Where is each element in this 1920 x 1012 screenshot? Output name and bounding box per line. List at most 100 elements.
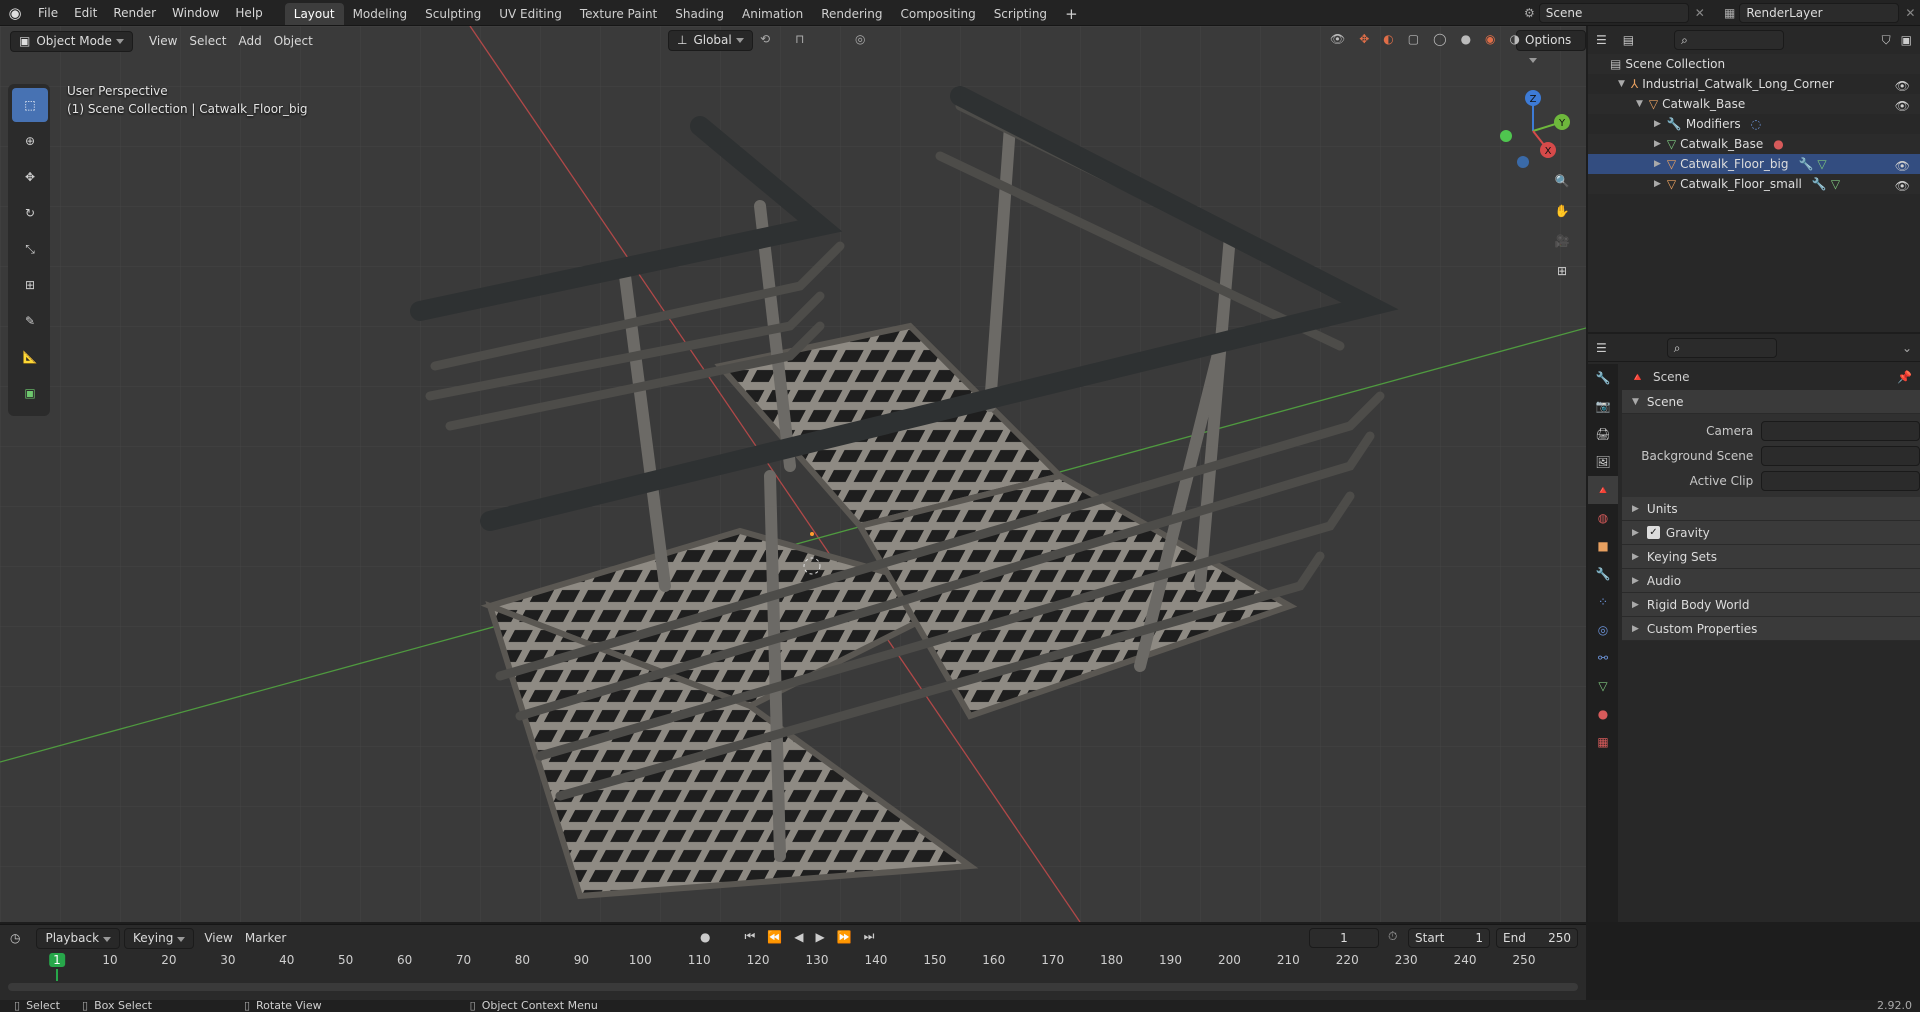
output-tab-icon[interactable]: 🖨 [1588, 420, 1618, 448]
keying-sets-panel-header[interactable]: ▶ Keying Sets [1622, 545, 1920, 569]
view-layer-tab-icon[interactable]: 🖼 [1588, 448, 1618, 476]
object-tab-icon[interactable]: ■ [1588, 532, 1618, 560]
outliner-search-input[interactable]: ⌕ [1674, 30, 1785, 50]
zoom-icon[interactable]: 🔍 [1546, 166, 1578, 196]
proportional-edit-icon[interactable]: ◎ [855, 32, 865, 46]
constraints-tab-icon[interactable]: ⚯ [1588, 644, 1618, 672]
rotate-tool-icon[interactable]: ↻ [12, 196, 48, 230]
select-tool-icon[interactable]: ⬚ [12, 88, 48, 122]
tab-sculpting[interactable]: Sculpting [416, 3, 490, 25]
menu-edit[interactable]: Edit [66, 0, 105, 26]
measure-tool-icon[interactable]: 📐 [12, 340, 48, 374]
overlay-toggle-icon[interactable]: ◐ [1383, 32, 1393, 46]
outliner-row-scene-collection[interactable]: ▤ Scene Collection [1588, 54, 1920, 74]
tab-texture-paint[interactable]: Texture Paint [571, 3, 666, 25]
viewport-menu-select[interactable]: Select [183, 31, 232, 51]
tab-shading[interactable]: Shading [666, 3, 733, 25]
world-tab-icon[interactable]: ◍ [1588, 504, 1618, 532]
transform-tool-icon[interactable]: ⊞ [12, 268, 48, 302]
tab-compositing[interactable]: Compositing [891, 3, 984, 25]
viewport-menu-view[interactable]: View [143, 31, 183, 51]
menu-window[interactable]: Window [164, 0, 227, 26]
outliner-row-modifiers[interactable]: ▶ 🔧 Modifiers ◌ [1588, 114, 1920, 134]
snap-icon[interactable]: ⊓ [795, 32, 804, 46]
properties-editor-icon[interactable]: ☰ [1596, 341, 1607, 355]
outliner-row-catwalk-floor-big[interactable]: ▶ ▽ Catwalk_Floor_big 🔧 ▽ 👁 [1588, 154, 1920, 174]
gravity-panel-header[interactable]: ▶ ✓ Gravity [1622, 521, 1920, 545]
scale-tool-icon[interactable]: ⤡ [12, 232, 48, 266]
tool-tab-icon[interactable]: 🔧 [1588, 364, 1618, 392]
render-tab-icon[interactable]: 📷 [1588, 392, 1618, 420]
add-cube-tool-icon[interactable]: ▣ [12, 376, 48, 410]
visibility-eye-icon[interactable]: 👁 [1895, 76, 1910, 96]
expand-arrow-icon[interactable]: ▶ [1654, 134, 1661, 154]
units-panel-header[interactable]: ▶ Units [1622, 497, 1920, 521]
visibility-icon[interactable]: 👁 [1330, 32, 1345, 46]
viewport-menu-object[interactable]: Object [268, 31, 319, 51]
properties-search-input[interactable]: ⌕ [1666, 337, 1777, 358]
scene-panel-header[interactable]: ▼ Scene [1622, 390, 1920, 414]
tab-animation[interactable]: Animation [733, 3, 812, 25]
add-workspace-button[interactable]: + [1056, 3, 1087, 25]
renderlayer-field[interactable]: RenderLayer [1739, 3, 1900, 23]
chevron-down-icon[interactable]: ⌄ [1902, 341, 1912, 355]
renderlayer-selector[interactable]: ▦ RenderLayer ✕ [1724, 3, 1915, 23]
custom-properties-panel-header[interactable]: ▶ Custom Properties [1622, 617, 1920, 641]
outliner-editor-icon[interactable]: ☰ [1596, 33, 1607, 47]
move-tool-icon[interactable]: ✥ [12, 160, 48, 194]
xray-icon[interactable]: ▢ [1408, 32, 1419, 46]
expand-arrow-icon[interactable]: ▶ [1654, 174, 1661, 194]
scene-field[interactable]: Scene [1538, 3, 1689, 23]
audio-panel-header[interactable]: ▶ Audio [1622, 569, 1920, 593]
playhead-line[interactable] [56, 969, 58, 981]
outliner-row-catwalk-base-mesh[interactable]: ▶ ▽ Catwalk_Base ● [1588, 134, 1920, 154]
physics-tab-icon[interactable]: ◎ [1588, 616, 1618, 644]
gravity-checkbox[interactable]: ✓ [1646, 526, 1660, 539]
particles-tab-icon[interactable]: ⁘ [1588, 588, 1618, 616]
visibility-eye-icon[interactable]: 👁 [1895, 176, 1910, 196]
texture-tab-icon[interactable]: ▦ [1588, 728, 1618, 756]
material-shading-icon[interactable]: ◉ [1485, 32, 1495, 46]
pivot-icon[interactable]: ⟲ [760, 32, 770, 46]
transform-orientation-dropdown[interactable]: ⊥ Global [668, 30, 753, 51]
scene-tab-icon[interactable]: 🔺 [1588, 476, 1618, 504]
active-clip-field[interactable] [1761, 470, 1920, 491]
expand-arrow-icon[interactable]: ▶ [1654, 114, 1661, 134]
modifier-tab-icon[interactable]: 🔧 [1588, 560, 1618, 588]
visibility-eye-icon[interactable]: 👁 [1895, 96, 1910, 116]
options-dropdown[interactable]: Options [1516, 30, 1586, 63]
outliner-row-catwalk-floor-small[interactable]: ▶ ▽ Catwalk_Floor_small 🔧 ▽ 👁 [1588, 174, 1920, 194]
solid-shading-icon[interactable]: ● [1461, 32, 1471, 46]
ortho-grid-icon[interactable]: ⊞ [1546, 256, 1578, 286]
wireframe-shading-icon[interactable]: ◯ [1433, 32, 1446, 46]
new-collection-icon[interactable]: ▣ [1901, 33, 1912, 47]
menu-help[interactable]: Help [227, 0, 270, 26]
expand-arrow-icon[interactable]: ▼ [1636, 94, 1643, 114]
filter-icon[interactable]: ⛉ [1882, 33, 1891, 48]
menu-file[interactable]: File [30, 0, 66, 26]
rigid-body-world-panel-header[interactable]: ▶ Rigid Body World [1622, 593, 1920, 617]
rendered-shading-icon[interactable]: ◑ [1510, 32, 1520, 46]
pan-hand-icon[interactable]: ✋ [1546, 196, 1578, 226]
camera-field[interactable] [1761, 420, 1920, 441]
expand-arrow-icon[interactable]: ▼ [1618, 74, 1625, 94]
tab-layout[interactable]: Layout [284, 2, 344, 25]
close-scene-icon[interactable]: ✕ [1695, 6, 1705, 20]
outliner-row-industrial-catwalk[interactable]: ▼ ⅄ Industrial_Catwalk_Long_Corner 👁 [1588, 74, 1920, 94]
camera-view-icon[interactable]: 🎥 [1546, 226, 1578, 256]
tab-modeling[interactable]: Modeling [344, 3, 417, 25]
menu-render[interactable]: Render [105, 0, 164, 26]
gizmo-toggle-icon[interactable]: ✥ [1359, 32, 1369, 46]
visibility-eye-icon[interactable]: 👁 [1895, 156, 1910, 176]
tab-scripting[interactable]: Scripting [985, 3, 1056, 25]
close-renderlayer-icon[interactable]: ✕ [1905, 6, 1915, 20]
background-scene-field[interactable] [1761, 445, 1920, 466]
tab-rendering[interactable]: Rendering [812, 3, 891, 25]
outliner-row-catwalk-base[interactable]: ▼ ▽ Catwalk_Base 👁 [1588, 94, 1920, 114]
timeline-scrollbar[interactable] [8, 983, 1578, 991]
display-mode-icon[interactable]: ▤ [1623, 33, 1634, 47]
annotate-tool-icon[interactable]: ✎ [12, 304, 48, 338]
material-tab-icon[interactable]: ● [1588, 700, 1618, 728]
3d-viewport[interactable]: ▣ Object Mode View Select Add Object ⊥ G… [0, 26, 1586, 922]
blender-logo-icon[interactable]: ◉ [0, 4, 30, 22]
